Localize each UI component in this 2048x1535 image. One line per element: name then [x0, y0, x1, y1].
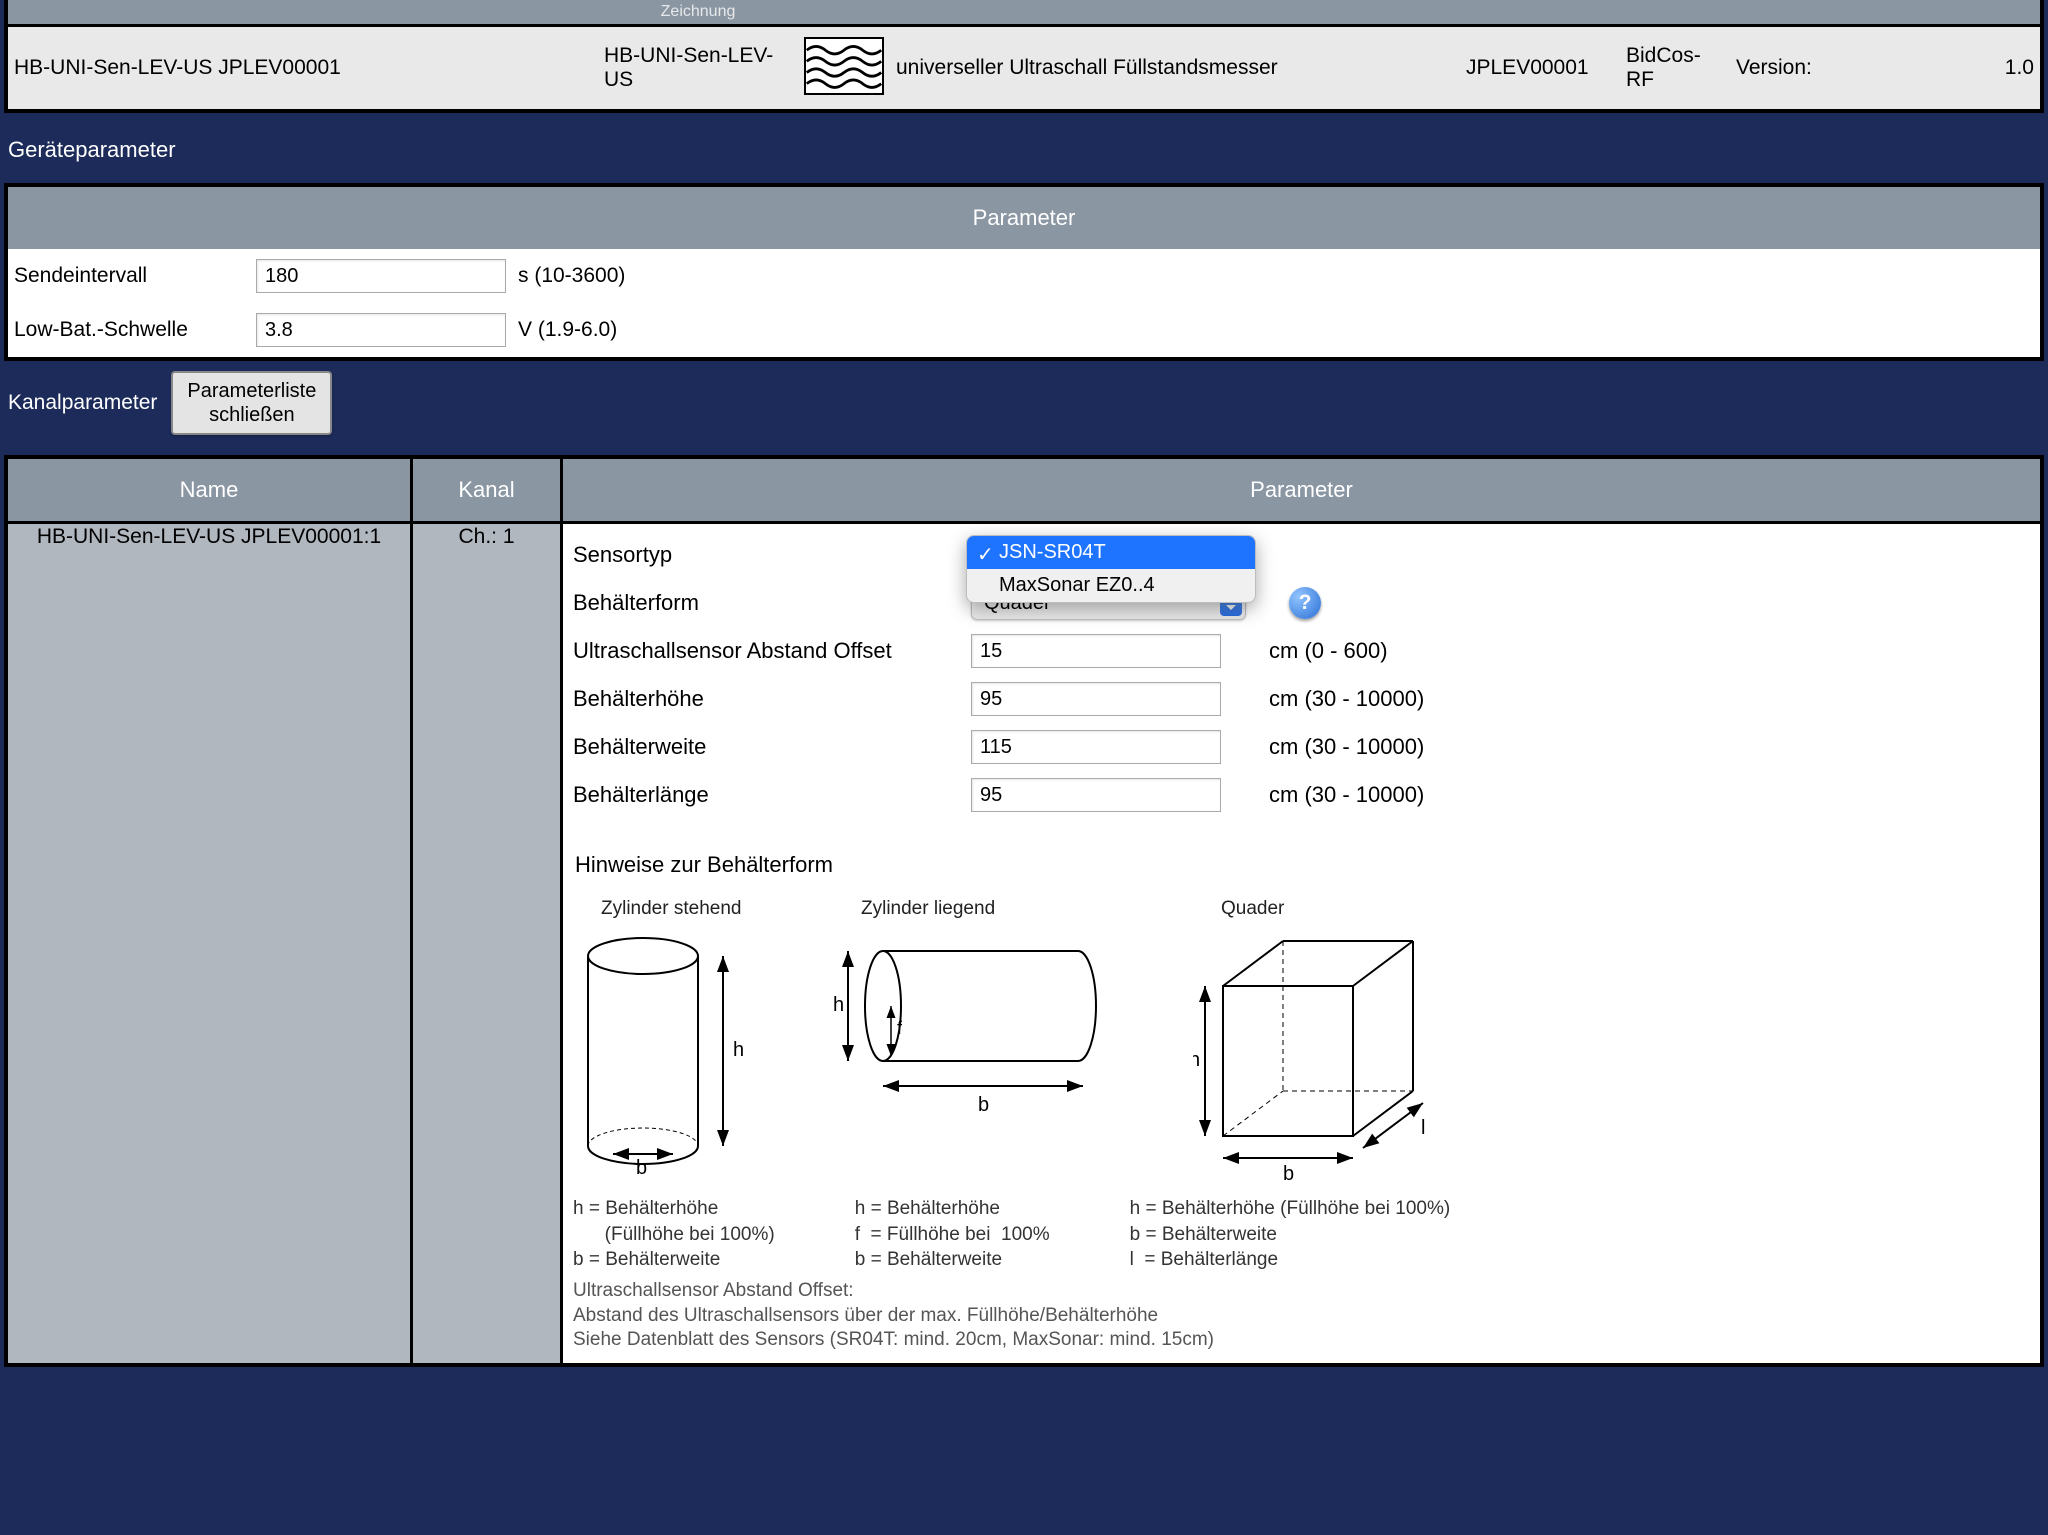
channel-row-kanal: Ch.: 1 — [413, 524, 563, 1363]
offset-input[interactable] — [971, 634, 1221, 668]
device-params-header: Parameter — [8, 187, 2040, 249]
svg-text:h: h — [733, 1039, 744, 1061]
svg-text:b: b — [636, 1157, 647, 1179]
device-header-table: Zeichnung HB-UNI-Sen-LEV-US JPLEV00001 H… — [4, 0, 2044, 113]
interval-unit: s (10-3600) — [518, 264, 625, 288]
waves-icon — [804, 37, 884, 95]
width-unit: cm (30 - 10000) — [1269, 734, 1489, 760]
interval-label: Sendeintervall — [14, 264, 244, 288]
shape-zylinder-stehend: Zylinder stehend — [573, 898, 773, 1186]
device-params-panel: Parameter Sendeintervall s (10-3600) Low… — [4, 183, 2044, 361]
length-input[interactable] — [971, 778, 1221, 812]
sensor-type-dropdown[interactable]: ✓ JSN-SR04T MaxSonar EZ0..4 — [966, 535, 1256, 603]
device-iface: BidCos-RF — [1620, 24, 1730, 109]
height-input[interactable] — [971, 682, 1221, 716]
shape-quader: Quader — [1193, 898, 1473, 1186]
lowbat-unit: V (1.9-6.0) — [518, 318, 617, 342]
section-channel-params: Kanalparameter — [8, 391, 157, 415]
length-unit: cm (30 - 10000) — [1269, 782, 1489, 808]
channel-row-name: HB-UNI-Sen-LEV-US JPLEV00001:1 — [8, 524, 413, 1363]
col-kanal: Kanal — [413, 459, 563, 524]
width-label: Behälterweite — [573, 734, 953, 760]
section-device-params: Geräteparameter — [0, 113, 2048, 183]
lowbat-input[interactable] — [256, 313, 506, 347]
device-name: HB-UNI-Sen-LEV-US JPLEV00001 — [8, 24, 598, 109]
col-parameter: Parameter — [563, 459, 2040, 524]
param-list-close-button[interactable]: Parameterliste schließen — [171, 371, 332, 435]
svg-text:l: l — [1421, 1117, 1425, 1139]
version-value: 1.0 — [2005, 56, 2034, 80]
shape-zylinder-liegend: Zylinder liegend f — [833, 898, 1133, 1186]
shape-legends: h = Behälterhöhe (Füllhöhe bei 100%) b =… — [573, 1186, 2030, 1273]
help-icon[interactable]: ? — [1289, 587, 1321, 619]
offset-label: Ultraschallsensor Abstand Offset — [573, 638, 953, 664]
lowbat-label: Low-Bat.-Schwelle — [14, 318, 244, 342]
col-zeichnung: Zeichnung — [598, 0, 798, 24]
version-label: Version: — [1736, 56, 1812, 79]
device-serial: JPLEV00001 — [1460, 24, 1620, 109]
shape-diagrams: Zylinder stehend — [573, 898, 2030, 1186]
interval-input[interactable] — [256, 259, 506, 293]
height-label: Behälterhöhe — [573, 686, 953, 712]
channel-params-table: Name Kanal Parameter HB-UNI-Sen-LEV-US J… — [4, 455, 2044, 1367]
svg-text:h: h — [833, 994, 844, 1016]
length-label: Behälterlänge — [573, 782, 953, 808]
sensor-type-option[interactable]: ✓ JSN-SR04T — [967, 536, 1255, 569]
shape-label: Behälterform — [573, 590, 953, 616]
svg-text:h: h — [1193, 1049, 1200, 1071]
height-unit: cm (30 - 10000) — [1269, 686, 1489, 712]
svg-text:f: f — [897, 1018, 903, 1038]
sensor-type-option[interactable]: MaxSonar EZ0..4 — [967, 569, 1255, 602]
svg-text:b: b — [1283, 1163, 1294, 1185]
offset-note: Ultraschallsensor Abstand Offset: Abstan… — [573, 1279, 2030, 1353]
check-icon: ✓ — [977, 542, 994, 567]
width-input[interactable] — [971, 730, 1221, 764]
offset-unit: cm (0 - 600) — [1269, 638, 1489, 664]
sensor-type-label: Sensortyp — [573, 542, 953, 568]
device-desc: universeller Ultraschall Füllstandsmesse… — [890, 24, 1460, 109]
device-type: HB-UNI-Sen-LEV-US — [598, 24, 798, 109]
col-name: Name — [8, 459, 413, 524]
hints-title: Hinweise zur Behälterform — [575, 852, 2030, 878]
svg-text:b: b — [978, 1094, 989, 1116]
